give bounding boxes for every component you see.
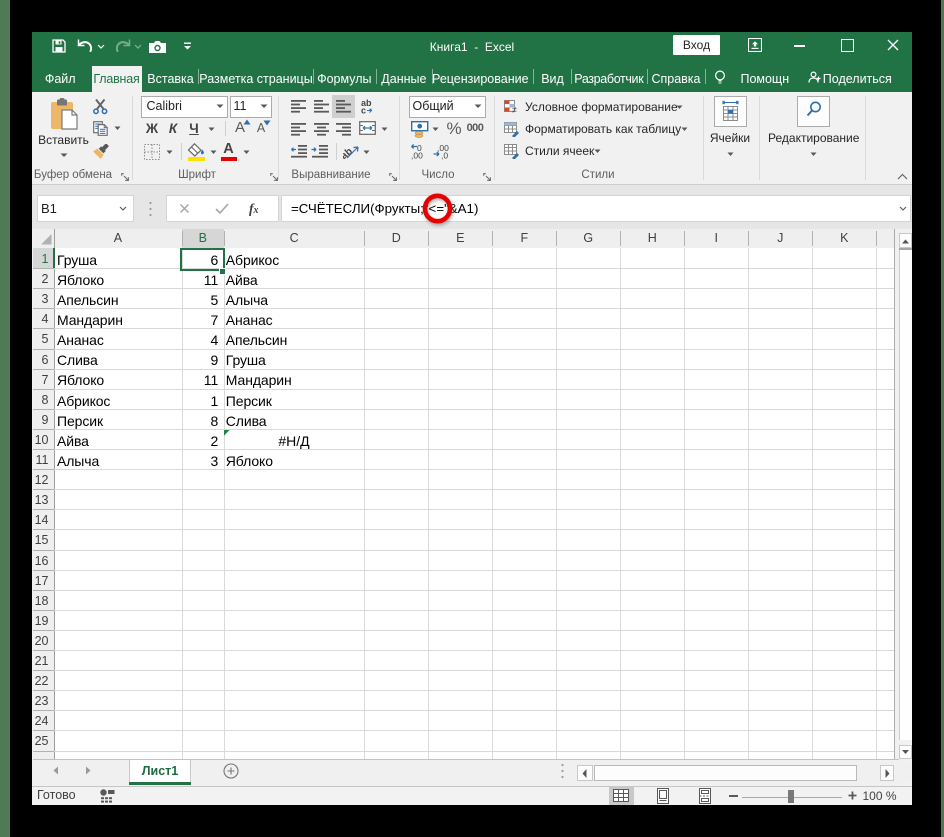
svg-text:,0: ,0 <box>441 151 448 161</box>
svg-text:≠: ≠ <box>512 105 517 115</box>
svg-text:c: c <box>361 106 366 115</box>
svg-text:,00: ,00 <box>411 151 423 161</box>
svg-text:ab: ab <box>343 146 355 160</box>
